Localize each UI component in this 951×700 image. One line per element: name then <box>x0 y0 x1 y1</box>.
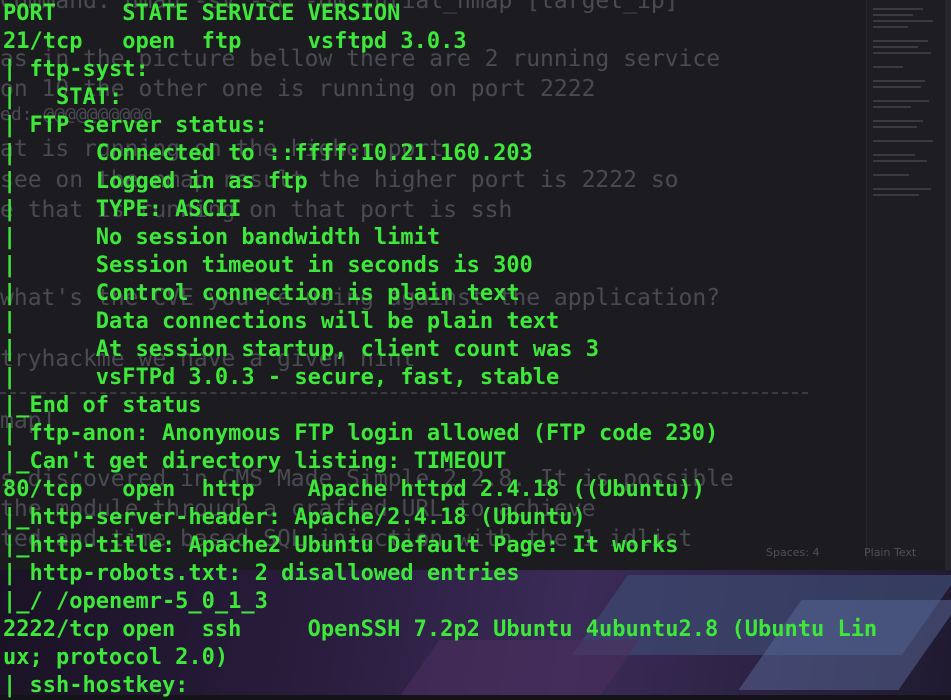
terminal-line: | ftp-syst: <box>3 57 149 82</box>
terminal-line: 21/tcp open ftp vsftpd 3.0.3 <box>3 29 467 54</box>
terminal-line: ux; protocol 2.0) <box>3 645 229 670</box>
terminal-line: | Session timeout in seconds is 300 <box>3 253 533 278</box>
terminal-output[interactable]: PORT STATE SERVICE VERSION 21/tcp open f… <box>0 0 951 698</box>
terminal-line: |_/ /openemr-5_0_1_3 <box>3 589 268 614</box>
terminal-line: 80/tcp open http Apache httpd 2.4.18 ((U… <box>3 477 705 502</box>
terminal-line: | TYPE: ASCII <box>3 197 242 222</box>
terminal-line: | STAT: <box>3 85 123 110</box>
terminal-line: | Control connection is plain text <box>3 281 520 306</box>
terminal-line: 2222/tcp open ssh OpenSSH 7.2p2 Ubuntu 4… <box>3 617 878 642</box>
terminal-line: |_Can't get directory listing: TIMEOUT <box>3 449 507 474</box>
terminal-line: |_End of status <box>3 393 202 418</box>
terminal-line: | Data connections will be plain text <box>3 309 560 334</box>
terminal-line: PORT STATE SERVICE VERSION <box>3 1 401 26</box>
terminal-line: | Connected to ::ffff:10.21.160.203 <box>3 141 533 166</box>
terminal-line: |_http-server-header: Apache/2.4.18 (Ubu… <box>3 505 586 530</box>
terminal-line: | http-robots.txt: 2 disallowed entries <box>3 561 520 586</box>
terminal-line: | Logged in as ftp <box>3 169 308 194</box>
terminal-line: | vsFTPd 3.0.3 - secure, fast, stable <box>3 365 560 390</box>
terminal-line: | No session bandwidth limit <box>3 225 441 250</box>
terminal-line: | ftp-anon: Anonymous FTP login allowed … <box>3 421 719 446</box>
terminal-line: | FTP server status: <box>3 113 268 138</box>
terminal-line: |_http-title: Apache2 Ubuntu Default Pag… <box>3 533 679 558</box>
terminal-line: | ssh-hostkey: <box>3 673 189 698</box>
terminal-line: | At session startup, client count was 3 <box>3 337 600 362</box>
